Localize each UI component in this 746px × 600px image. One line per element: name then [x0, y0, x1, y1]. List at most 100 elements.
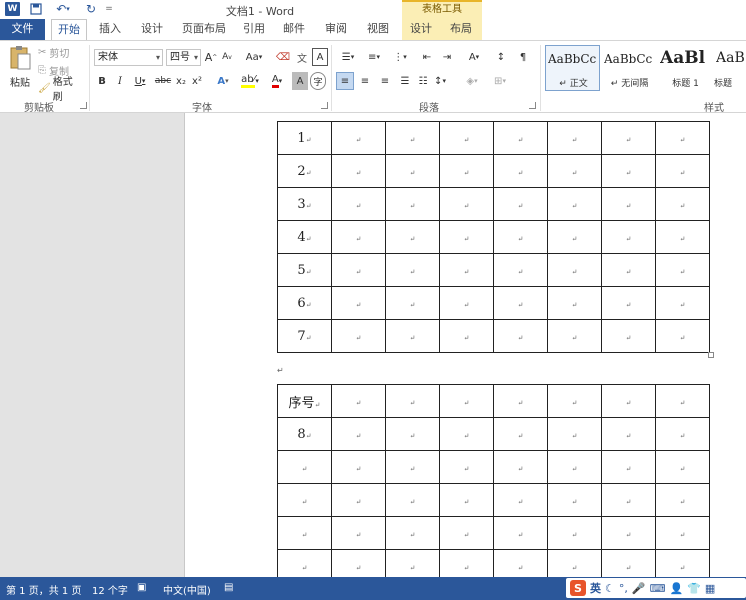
- tab-references[interactable]: 引用: [238, 19, 270, 40]
- table-cell[interactable]: ↵: [547, 483, 602, 517]
- align-right-icon[interactable]: ≡: [376, 72, 394, 90]
- user-icon[interactable]: 👤: [669, 582, 683, 595]
- tab-view[interactable]: 视图: [360, 19, 396, 40]
- decrease-indent-icon[interactable]: ⇤: [418, 48, 436, 66]
- ime-mode-toggle[interactable]: 英: [590, 580, 601, 596]
- first-column-cell[interactable]: ↵: [277, 483, 332, 517]
- superscript-button[interactable]: x²: [190, 72, 204, 90]
- first-column-cell[interactable]: 3↵: [277, 187, 332, 221]
- table-cell[interactable]: ↵: [493, 187, 548, 221]
- table-cell[interactable]: ↵: [331, 154, 386, 188]
- sort-icon[interactable]: ↕: [492, 48, 510, 66]
- table-cell[interactable]: ↵: [331, 121, 386, 155]
- tab-insert[interactable]: 插入: [92, 19, 128, 40]
- tab-table-layout[interactable]: 布局: [440, 19, 482, 40]
- italic-button[interactable]: I: [112, 72, 128, 90]
- highlight-button[interactable]: ab⁄ ▾: [238, 72, 262, 90]
- first-column-cell[interactable]: ↵: [277, 450, 332, 484]
- change-case-button[interactable]: Aa ▾: [242, 48, 266, 66]
- first-column-cell[interactable]: ↵: [277, 516, 332, 550]
- table-cell[interactable]: ↵: [385, 187, 440, 221]
- sogou-logo-icon[interactable]: S: [570, 580, 586, 596]
- table-cell[interactable]: ↵: [601, 220, 656, 254]
- table-cell[interactable]: ↵: [547, 319, 602, 353]
- table-cell[interactable]: ↵: [493, 450, 548, 484]
- language-indicator[interactable]: 中文(中国): [163, 582, 211, 597]
- table-cell[interactable]: ↵: [385, 384, 440, 418]
- table-cell[interactable]: ↵: [493, 417, 548, 451]
- tab-home[interactable]: 开始: [51, 19, 87, 41]
- keyboard-icon[interactable]: ⌨: [650, 582, 666, 595]
- punctuation-icon[interactable]: °,: [619, 582, 628, 595]
- table-cell[interactable]: ↵: [385, 483, 440, 517]
- table-cell[interactable]: ↵: [493, 483, 548, 517]
- underline-button[interactable]: U ▾: [130, 72, 150, 90]
- first-column-cell[interactable]: 序号↵: [277, 384, 332, 418]
- justify-icon[interactable]: ☰: [396, 72, 414, 90]
- numbering-icon[interactable]: ≡ ▾: [362, 48, 386, 66]
- table-cell[interactable]: ↵: [493, 154, 548, 188]
- table-cell[interactable]: ↵: [331, 253, 386, 287]
- multilevel-list-icon[interactable]: ⋮ ▾: [388, 48, 412, 66]
- paste-button[interactable]: 粘贴: [6, 45, 34, 91]
- table-cell[interactable]: ↵: [439, 220, 494, 254]
- table-cell[interactable]: ↵: [385, 319, 440, 353]
- table-cell[interactable]: ↵: [547, 516, 602, 550]
- style-normal[interactable]: AaBbCc ↵ 正文: [545, 45, 600, 91]
- tab-page-layout[interactable]: 页面布局: [176, 19, 232, 40]
- show-marks-icon[interactable]: ¶: [514, 48, 532, 66]
- line-spacing-icon[interactable]: ↕ ▾: [428, 72, 452, 90]
- shrink-font-button[interactable]: Av: [220, 48, 234, 66]
- table-cell[interactable]: ↵: [601, 384, 656, 418]
- table-cell[interactable]: ↵: [655, 253, 710, 287]
- strikethrough-button[interactable]: abc: [153, 72, 173, 90]
- table-cell[interactable]: ↵: [547, 450, 602, 484]
- character-border-icon[interactable]: A: [312, 48, 328, 66]
- first-column-cell[interactable]: 8↵: [277, 417, 332, 451]
- table-cell[interactable]: ↵: [439, 450, 494, 484]
- table-cell[interactable]: ↵: [493, 319, 548, 353]
- paragraph-launcher-icon[interactable]: [529, 102, 536, 109]
- table-cell[interactable]: ↵: [601, 187, 656, 221]
- first-column-cell[interactable]: 6↵: [277, 286, 332, 320]
- first-column-cell[interactable]: 4↵: [277, 220, 332, 254]
- bold-button[interactable]: B: [94, 72, 110, 90]
- table-cell[interactable]: ↵: [439, 319, 494, 353]
- font-name-combo[interactable]: 宋体 ▾: [94, 49, 163, 66]
- table-cell[interactable]: ↵: [439, 483, 494, 517]
- text-effects-button[interactable]: A ▾: [212, 72, 234, 90]
- font-color-button[interactable]: A ▾: [266, 72, 288, 90]
- table-cell[interactable]: ↵: [655, 286, 710, 320]
- table-cell[interactable]: ↵: [601, 253, 656, 287]
- table-cell[interactable]: ↵: [655, 319, 710, 353]
- align-left-icon[interactable]: ≡: [336, 72, 354, 90]
- table-cell[interactable]: ↵: [331, 220, 386, 254]
- chinese-layout-icon[interactable]: A ▾: [462, 48, 486, 66]
- character-shading-button[interactable]: A: [292, 72, 308, 90]
- table-cell[interactable]: ↵: [331, 187, 386, 221]
- table-cell[interactable]: ↵: [547, 154, 602, 188]
- first-column-cell[interactable]: 1↵: [277, 121, 332, 155]
- table-cell[interactable]: ↵: [385, 220, 440, 254]
- table-cell[interactable]: ↵: [439, 253, 494, 287]
- font-size-combo[interactable]: 四号 ▾: [166, 49, 201, 66]
- customize-qat-icon[interactable]: =: [104, 1, 114, 17]
- align-center-icon[interactable]: ≡: [356, 72, 374, 90]
- table-cell[interactable]: ↵: [385, 417, 440, 451]
- redo-icon[interactable]: ↻: [82, 1, 100, 17]
- shading-icon[interactable]: ◈ ▾: [460, 72, 484, 90]
- document-table-2[interactable]: 序号↵ ↵ ↵ ↵ ↵ ↵ ↵ ↵ 8↵ ↵ ↵ ↵ ↵ ↵ ↵ ↵ ↵ ↵ ↵ ↵ ↵ ↵ ↵ ↵ ↵ ↵ ↵ ↵ ↵ ↵ ↵ ↵ ↵ ↵ ↵ ↵ ↵…: [277, 384, 710, 583]
- table-cell[interactable]: ↵: [331, 384, 386, 418]
- table-cell[interactable]: ↵: [601, 483, 656, 517]
- macro-icon[interactable]: ▤: [224, 582, 233, 593]
- word-count[interactable]: 12 个字: [92, 582, 128, 597]
- table-cell[interactable]: ↵: [547, 384, 602, 418]
- table-cell[interactable]: ↵: [655, 121, 710, 155]
- page-count[interactable]: 第 1 页，共 1 页: [6, 582, 81, 597]
- table-cell[interactable]: ↵: [655, 154, 710, 188]
- table-cell[interactable]: ↵: [655, 483, 710, 517]
- table-cell[interactable]: ↵: [385, 286, 440, 320]
- table-cell[interactable]: ↵: [655, 187, 710, 221]
- skin-icon[interactable]: 👕: [687, 582, 701, 595]
- table-cell[interactable]: ↵: [439, 187, 494, 221]
